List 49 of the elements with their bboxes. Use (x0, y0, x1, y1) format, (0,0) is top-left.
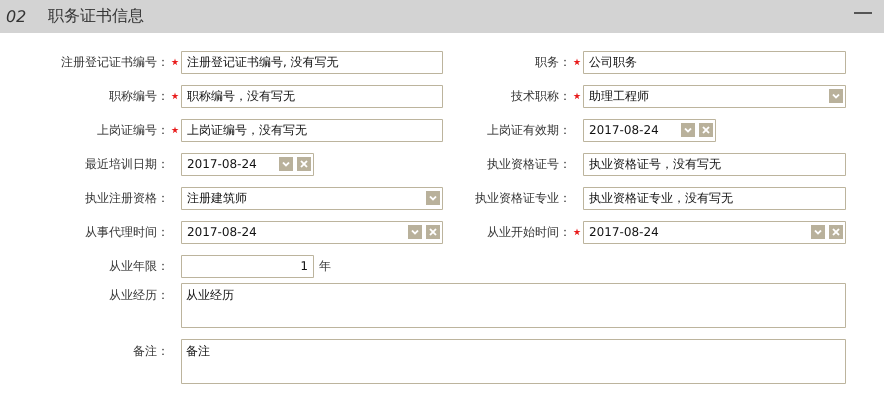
date-field[interactable]: 2017-08-24 (181, 220, 443, 244)
field-label: 备注： (133, 343, 169, 360)
field-label: 上岗证有效期： (487, 122, 571, 138)
clear-icon[interactable] (426, 225, 440, 239)
required-icon (171, 92, 179, 100)
text-area[interactable]: 备注 (181, 339, 846, 384)
dropdown-icon[interactable] (811, 225, 825, 239)
clear-icon[interactable] (297, 157, 311, 171)
clear-icon[interactable] (699, 123, 713, 137)
date-field[interactable]: 2017-08-24 (583, 118, 716, 142)
dropdown-icon[interactable] (681, 123, 695, 137)
date-field[interactable]: 2017-08-24 (583, 220, 846, 244)
required-icon (573, 58, 581, 66)
field-label: 执业注册资格： (85, 190, 169, 206)
date-field[interactable]: 2017-08-24 (181, 152, 314, 176)
field-label: 上岗证编号： (97, 122, 169, 138)
field-label: 从事代理时间： (85, 224, 169, 240)
field-label: 执业资格证专业： (475, 190, 571, 206)
select-field[interactable]: 注册建筑师 (181, 186, 443, 210)
dropdown-icon[interactable] (408, 225, 422, 239)
text-field[interactable]: 职称编号，没有写无 (181, 84, 443, 108)
section-number: 02 (6, 7, 28, 26)
text-field[interactable]: 注册登记证书编号, 没有写无 (181, 50, 443, 74)
required-icon (573, 92, 581, 100)
field-label: 最近培训日期： (85, 156, 169, 172)
dropdown-icon[interactable] (829, 89, 843, 103)
text-field[interactable]: 上岗证编号，没有写无 (181, 118, 443, 142)
number-field[interactable]: 1 (181, 254, 314, 278)
field-label: 注册登记证书编号： (61, 54, 169, 70)
section-title: 职务证书信息 (48, 6, 144, 27)
text-field[interactable]: 执业资格证号，没有写无 (583, 152, 846, 176)
field-label: 从业开始时间： (487, 224, 571, 240)
dropdown-icon[interactable] (279, 157, 293, 171)
required-icon (573, 228, 581, 236)
text-field[interactable]: 执业资格证专业，没有写无 (583, 186, 846, 210)
field-label: 执业资格证号： (487, 156, 571, 172)
field-label: 职称编号： (109, 88, 169, 104)
field-label: 技术职称： (511, 88, 571, 104)
select-field[interactable]: 助理工程师 (583, 84, 846, 108)
text-area[interactable]: 从业经历 (181, 283, 846, 328)
field-label: 职务： (535, 54, 571, 70)
required-icon (171, 126, 179, 134)
field-label: 从业年限： (109, 258, 169, 274)
clear-icon[interactable] (829, 225, 843, 239)
required-icon (171, 58, 179, 66)
dropdown-icon[interactable] (426, 191, 440, 205)
unit-label: 年 (319, 258, 331, 274)
field-label: 从业经历： (109, 287, 169, 304)
text-field[interactable]: 公司职务 (583, 50, 846, 74)
